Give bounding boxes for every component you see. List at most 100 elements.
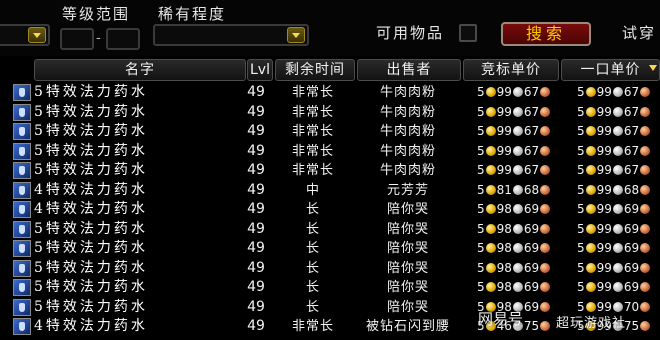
buyout-price-amount: 5 [577, 202, 585, 216]
time-left: 非常长 [291, 319, 334, 334]
auction-row[interactable]: 5特效法力药水 49 非常长 牛肉肉粉 5 99 67 5 99 67 [0, 103, 660, 123]
blue-potion-icon[interactable] [13, 123, 31, 140]
item-level: 49 [247, 162, 265, 178]
item-name[interactable]: 5特效法力药水 [34, 103, 246, 122]
buyout-price-amount: 5 [577, 85, 585, 99]
silver-coin-icon [512, 165, 523, 175]
buyout-price: 5 99 67 [577, 142, 657, 161]
item-name[interactable]: 4特效法力药水 [34, 181, 246, 200]
auction-row[interactable]: 5特效法力药水 49 长 陪你哭 5 98 69 5 99 69 [0, 259, 660, 279]
column-header-buyout-price[interactable]: 一口单价 [561, 59, 660, 81]
column-header-seller[interactable]: 出售者 [357, 59, 461, 81]
blue-potion-icon[interactable] [13, 201, 31, 218]
item-name[interactable]: 5特效法力药水 [34, 122, 246, 141]
item-name[interactable]: 5特效法力药水 [34, 83, 246, 102]
auction-row[interactable]: 5特效法力药水 49 非常长 牛肉肉粉 5 99 67 5 99 67 [0, 83, 660, 103]
max-level-input[interactable] [106, 28, 140, 50]
bid-price: 5 99 67 [477, 83, 567, 102]
gold-coin-icon [485, 223, 496, 234]
bid-price-amount: 5 [477, 280, 485, 294]
auction-row[interactable]: 5特效法力药水 49 长 陪你哭 5 98 69 5 99 69 [0, 239, 660, 259]
item-name[interactable]: 5特效法力药水 [34, 220, 246, 239]
auction-row[interactable]: 5特效法力药水 49 长 陪你哭 5 98 69 5 99 69 [0, 278, 660, 298]
search-button[interactable]: 搜索 [501, 22, 591, 46]
seller-name: 牛肉肉粉 [379, 163, 436, 178]
auction-row[interactable]: 5特效法力药水 49 长 陪你哭 5 98 69 5 99 69 [0, 220, 660, 240]
auction-row[interactable]: 5特效法力药水 49 非常长 牛肉肉粉 5 99 67 5 99 67 [0, 122, 660, 142]
auction-row[interactable]: 5特效法力药水 49 非常长 牛肉肉粉 5 99 67 5 99 67 [0, 142, 660, 162]
rarity-label: 稀有程度 [158, 5, 227, 23]
level-range-label: 等级范围 [62, 5, 131, 23]
partial-dropdown[interactable] [0, 24, 50, 46]
blue-potion-icon[interactable] [13, 298, 31, 316]
blue-potion-icon[interactable] [13, 142, 31, 160]
buyout-price-amount: 99 [596, 182, 612, 197]
rarity-dropdown[interactable] [153, 24, 309, 46]
copper-coin-icon [540, 145, 551, 156]
item-name[interactable]: 5特效法力药水 [34, 259, 246, 278]
blue-potion-icon[interactable] [13, 220, 31, 238]
chevron-down-icon[interactable] [28, 27, 46, 43]
gold-coin-icon [485, 282, 496, 292]
gold-coin-icon [585, 106, 596, 117]
blue-potion-icon[interactable] [13, 84, 31, 101]
blue-potion-icon[interactable] [13, 162, 31, 179]
bid-price-amount: 68 [523, 182, 540, 197]
bid-price-amount: 67 [523, 143, 540, 158]
buyout-price: 5 99 67 [577, 122, 657, 141]
buyout-price-amount: 5 [577, 280, 585, 294]
bid-price-amount: 67 [523, 124, 540, 138]
bid-price-amount: 5 [477, 241, 485, 255]
copper-coin-icon [540, 204, 551, 214]
buyout-price-amount: 67 [623, 143, 640, 158]
blue-potion-icon[interactable] [13, 181, 31, 199]
silver-coin-icon [512, 223, 523, 234]
column-header-level[interactable]: Lvl [247, 59, 273, 81]
copper-coin-icon [640, 262, 651, 273]
gold-coin-icon [485, 145, 496, 156]
auction-row[interactable]: 4特效法力药水 49 长 陪你哭 5 98 69 5 99 69 [0, 200, 660, 220]
item-name[interactable]: 5特效法力药水 [34, 239, 246, 258]
buyout-price-amount: 5 [577, 221, 585, 236]
seller-name: 陪你哭 [386, 280, 429, 295]
buyout-price-amount: 69 [623, 280, 640, 294]
bid-price: 5 99 67 [477, 103, 567, 122]
bid-price-amount: 5 [477, 124, 485, 138]
item-level: 49 [247, 240, 265, 256]
time-left: 长 [305, 241, 320, 256]
silver-coin-icon [612, 262, 623, 273]
watermark-author: 超玩游戏社 [556, 316, 627, 331]
copper-coin-icon [540, 126, 551, 136]
column-header-time-left[interactable]: 剩余时间 [275, 59, 355, 81]
column-header-bid-price[interactable]: 竞标单价 [463, 59, 559, 81]
buyout-price-amount: 99 [596, 163, 612, 177]
blue-potion-icon[interactable] [13, 259, 31, 277]
buyout-price-amount: 69 [623, 202, 640, 216]
copper-coin-icon [640, 301, 651, 312]
column-header-name[interactable]: 名字 [34, 59, 246, 81]
blue-potion-icon[interactable] [13, 318, 31, 335]
min-level-input[interactable] [60, 28, 94, 50]
bid-price: 5 99 67 [477, 142, 567, 161]
seller-name: 陪你哭 [386, 260, 429, 276]
buyout-price-amount: 69 [623, 221, 640, 236]
item-name[interactable]: 5特效法力药水 [34, 161, 246, 180]
item-name[interactable]: 5特效法力药水 [34, 142, 246, 161]
copper-coin-icon [640, 145, 651, 156]
blue-potion-icon[interactable] [13, 240, 31, 257]
item-name[interactable]: 5特效法力药水 [34, 298, 246, 317]
item-name[interactable]: 5特效法力药水 [34, 278, 246, 297]
usable-items-checkbox[interactable] [459, 24, 477, 42]
blue-potion-icon[interactable] [13, 103, 31, 121]
chevron-down-icon[interactable] [287, 27, 305, 43]
auction-row[interactable]: 5特效法力药水 49 非常长 牛肉肉粉 5 99 67 5 99 67 [0, 161, 660, 181]
item-name[interactable]: 4特效法力药水 [34, 200, 246, 219]
try-on-label[interactable]: 试穿 [622, 22, 656, 43]
item-name[interactable]: 4特效法力药水 [34, 317, 246, 336]
silver-coin-icon [512, 184, 523, 195]
gold-coin-icon [485, 243, 496, 253]
watermark-brand: 网易号 [478, 310, 524, 328]
usable-items-label: 可用物品 [376, 24, 445, 42]
auction-row[interactable]: 4特效法力药水 49 中 元芳芳 5 81 68 5 99 68 [0, 181, 660, 201]
blue-potion-icon[interactable] [13, 279, 31, 296]
